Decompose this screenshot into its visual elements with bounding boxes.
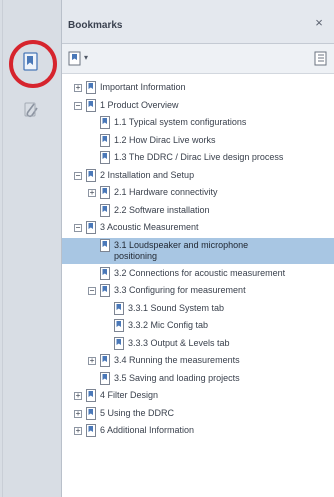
bookmark-icon [114,319,124,332]
expand-toggle-icon[interactable]: + [74,409,82,418]
bookmark-item[interactable]: +5 Using the DDRC [62,406,334,422]
panel-toolbar: ▾ [62,44,334,74]
collapse-toggle-icon[interactable]: − [74,101,82,110]
bookmark-label: 1.2 How Dirac Live works [114,134,216,145]
bookmark-label: 3.2 Connections for acoustic measurement [114,267,286,278]
expand-toggle-icon[interactable]: + [74,392,82,400]
bookmark-item[interactable]: 1.1 Typical system configurations [62,115,334,131]
expand-all-icon[interactable] [314,51,328,66]
bookmark-item[interactable]: + Important Information [62,80,334,96]
highlight-circle [9,40,57,88]
bookmarks-panel: Bookmarks × ▾ + Important Information − 1 P… [62,0,334,497]
bookmark-icon [100,116,110,129]
bookmark-label: 3 Acoustic Measurement [100,222,199,232]
collapse-toggle-icon[interactable]: − [88,287,96,295]
bookmark-icon [100,186,110,199]
bookmark-icon [114,336,124,350]
bookmark-item[interactable]: 3.3.2 Mic Config tab [62,318,334,334]
bookmark-icon [100,203,110,217]
bookmark-item[interactable]: 3.2 Connections for acoustic measurement [62,266,334,282]
bookmark-item[interactable]: +2.1 Hardware connectivity [62,185,334,201]
close-icon[interactable]: × [312,16,326,30]
bookmark-item[interactable]: 3.5 Saving and loading projects [62,371,334,387]
bookmark-label: 3.3.1 Sound System tab [128,302,225,313]
bookmark-item[interactable]: +3.4 Running the measurements [62,353,334,369]
bookmark-label: 2 Installation and Setup [100,169,195,180]
bookmark-icon [100,238,110,252]
bookmark-label: 3.4 Running the measurements [114,355,240,365]
bookmark-icon [100,151,110,164]
bookmark-icon [114,301,124,315]
bookmark-label: 3.1 Loudspeaker and microphone positioni… [114,239,249,261]
bookmark-icon [86,424,96,437]
bookmark-icon [86,98,96,112]
bookmark-label: 1.3 The DDRC / Dirac Live design process [114,152,284,162]
bookmark-label: 3.3.3 Output & Levels tab [128,337,230,348]
bookmark-label: 6 Additional Information [100,425,195,435]
bookmark-icon [86,81,96,94]
bookmark-item[interactable]: 3.3.3 Output & Levels tab [62,336,334,352]
panel-header: Bookmarks × [62,0,334,44]
expand-toggle-icon[interactable]: + [88,189,96,197]
bookmark-label: 2.1 Hardware connectivity [114,187,218,197]
bookmark-label: 3.3.2 Mic Config tab [128,320,209,330]
bookmark-item-selected[interactable]: 3.1 Loudspeaker and microphone positioni… [62,237,334,264]
bookmark-icon [100,371,110,385]
expand-toggle-icon[interactable]: + [88,357,96,365]
bookmark-item[interactable]: +4 Filter Design [62,388,334,404]
bookmark-label: 1.1 Typical system configurations [114,117,247,127]
bookmark-label: 3.3 Configuring for measurement [114,285,246,295]
bookmark-icon [86,221,96,234]
collapse-toggle-icon[interactable]: − [74,224,82,232]
bookmark-icon [100,354,110,367]
bookmark-item[interactable]: +6 Additional Information [62,423,334,439]
bookmark-icon [100,266,110,280]
bookmark-label: 4 Filter Design [100,390,159,400]
bookmark-label: 3.5 Saving and loading projects [114,372,240,383]
bookmark-icon [86,406,96,420]
bookmark-item[interactable]: 1.3 The DDRC / Dirac Live design process [62,150,334,166]
bookmark-item[interactable]: − 1 Product Overview [62,98,334,114]
attachment-icon[interactable] [22,100,40,120]
bookmark-item[interactable]: 2.2 Software installation [62,203,334,219]
bookmark-label: 5 Using the DDRC [100,407,175,418]
expand-toggle-icon[interactable]: + [74,84,82,92]
panel-title: Bookmarks [68,20,123,31]
bookmark-item[interactable]: 3.3.1 Sound System tab [62,301,334,317]
bookmark-label: 1 Product Overview [100,99,179,110]
bookmark-icon [100,284,110,297]
bookmark-tree: + Important Information − 1 Product Overvie… [62,74,334,437]
bookmark-item[interactable]: − 3 Acoustic Measurement [62,220,334,236]
chevron-down-icon[interactable]: ▾ [84,53,88,62]
bookmark-label: Important Information [100,82,186,92]
bookmark-item[interactable]: − 2 Installation and Setup [62,168,334,184]
bookmark-icon [100,133,110,147]
bookmark-item[interactable]: − 3.3 Configuring for measurement [62,283,334,299]
bookmark-label: 2.2 Software installation [114,204,210,215]
bookmark-icon [86,168,96,182]
bookmark-item[interactable]: 1.2 How Dirac Live works [62,133,334,149]
expand-toggle-icon[interactable]: + [74,427,82,435]
collapse-toggle-icon[interactable]: − [74,171,82,180]
navigation-panel-strip [0,0,62,497]
bookmark-icon [86,389,96,402]
options-icon[interactable] [68,51,82,66]
